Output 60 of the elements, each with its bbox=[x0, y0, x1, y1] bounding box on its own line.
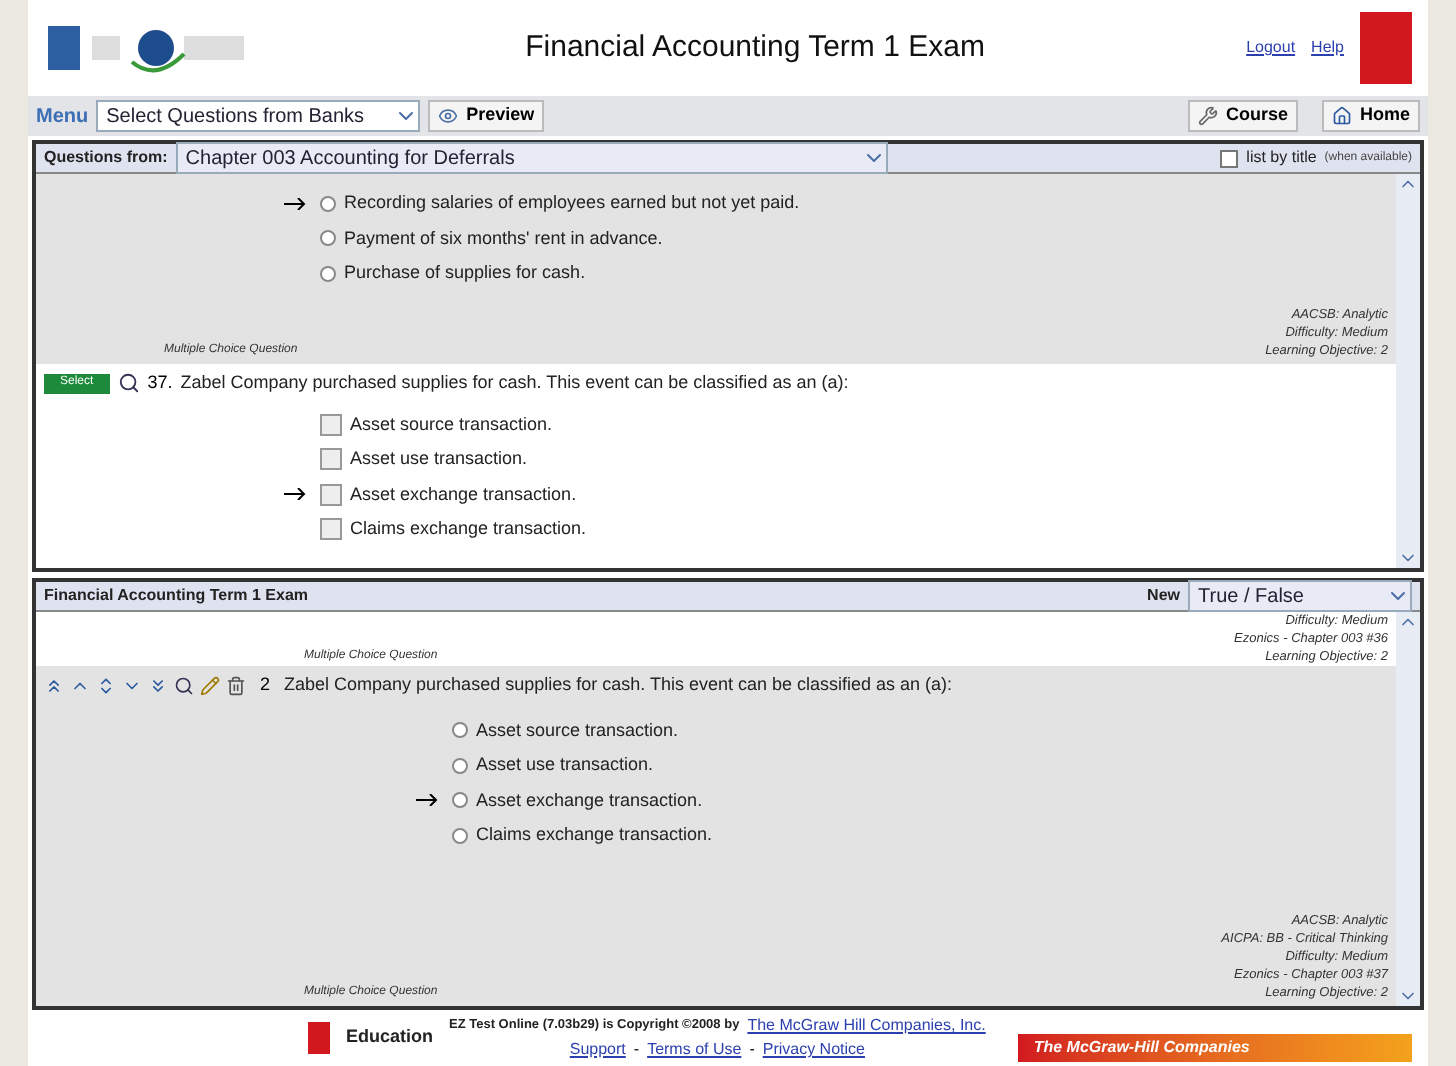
answer-radio[interactable] bbox=[452, 827, 468, 844]
chapter-select[interactable]: Chapter 003 Accounting for Deferrals bbox=[175, 142, 888, 174]
answer-text: Asset exchange transaction. bbox=[476, 787, 703, 814]
answer-radio[interactable] bbox=[320, 195, 336, 212]
move-icon[interactable] bbox=[96, 675, 116, 696]
question-type-select[interactable]: True / False bbox=[1188, 580, 1412, 612]
delete-icon[interactable] bbox=[226, 675, 246, 696]
answer-radio[interactable] bbox=[320, 265, 336, 282]
answer-checkbox[interactable] bbox=[320, 413, 342, 436]
answer-radio[interactable] bbox=[452, 792, 468, 809]
question-number: 37. bbox=[147, 370, 173, 396]
company-link[interactable]: The McGraw Hill Companies, Inc. bbox=[747, 1014, 986, 1038]
exam-title: Financial Accounting Term 1 Exam bbox=[525, 27, 985, 68]
wrench-icon bbox=[1197, 106, 1218, 126]
preview-icon[interactable] bbox=[174, 675, 194, 696]
answer-text: Purchase of supplies for cash. bbox=[344, 260, 586, 286]
answer-text: Asset use transaction. bbox=[476, 752, 654, 778]
footer-link[interactable]: Privacy Notice bbox=[762, 1038, 865, 1062]
answer-text: Asset source transaction. bbox=[476, 717, 679, 743]
list-by-title-label: list by title bbox=[1246, 146, 1317, 170]
header-link[interactable]: Logout bbox=[1246, 36, 1296, 60]
scrollbar[interactable] bbox=[1396, 174, 1420, 568]
answer-text: Claims exchange transaction. bbox=[350, 516, 587, 542]
preview-icon bbox=[438, 106, 459, 126]
menu-select[interactable]: Select Questions from Banks bbox=[96, 100, 421, 132]
preview-icon[interactable] bbox=[117, 372, 140, 395]
answer-text: Asset exchange transaction. bbox=[350, 481, 577, 508]
link-separator: - bbox=[633, 1038, 640, 1062]
answer-text: Asset source transaction. bbox=[350, 411, 553, 437]
company-banner: The McGraw-Hill Companies bbox=[1017, 1034, 1412, 1062]
footer-link[interactable]: Support bbox=[569, 1038, 626, 1062]
home-button[interactable]: Home bbox=[1321, 100, 1420, 132]
questions-from-label: Questions from: bbox=[44, 146, 168, 170]
education-label: Education bbox=[345, 1024, 433, 1051]
preview-button[interactable]: Preview bbox=[428, 100, 545, 132]
answer-checkbox[interactable] bbox=[320, 483, 342, 506]
answer-radio[interactable] bbox=[452, 757, 468, 774]
new-label: New bbox=[1147, 584, 1180, 608]
header-link[interactable]: Help bbox=[1311, 36, 1344, 60]
link-separator: - bbox=[749, 1038, 755, 1062]
answer-radio[interactable] bbox=[320, 230, 336, 247]
answer-checkbox[interactable] bbox=[320, 518, 342, 541]
answer-text: Asset use transaction. bbox=[350, 446, 528, 472]
move-top-icon[interactable] bbox=[44, 675, 64, 696]
footer-link[interactable]: Terms of Use bbox=[647, 1038, 742, 1062]
answer-radio[interactable] bbox=[452, 722, 468, 739]
home-icon bbox=[1331, 106, 1352, 126]
course-button[interactable]: Course bbox=[1187, 100, 1298, 132]
scrollbar[interactable] bbox=[1396, 612, 1420, 1006]
question-text: Zabel Company purchased supplies for cash. This event can be classified as an (a): bbox=[284, 672, 953, 698]
list-by-title-checkbox[interactable] bbox=[1220, 149, 1239, 167]
answer-text: Payment of six months' rent in advance. bbox=[344, 225, 663, 252]
exam-panel-title: Financial Accounting Term 1 Exam bbox=[44, 584, 309, 608]
question-number: 2 bbox=[260, 672, 271, 698]
menu-label: Menu bbox=[36, 103, 89, 131]
answer-text: Claims exchange transaction. bbox=[476, 822, 713, 848]
answer-checkbox[interactable] bbox=[320, 448, 342, 471]
answer-text: Recording salaries of employees earned but not yet paid. bbox=[344, 190, 800, 216]
question-text: Zabel Company purchased supplies for cash. This event can be classified as an (a): bbox=[180, 370, 849, 396]
move-bottom-icon[interactable] bbox=[148, 675, 168, 696]
